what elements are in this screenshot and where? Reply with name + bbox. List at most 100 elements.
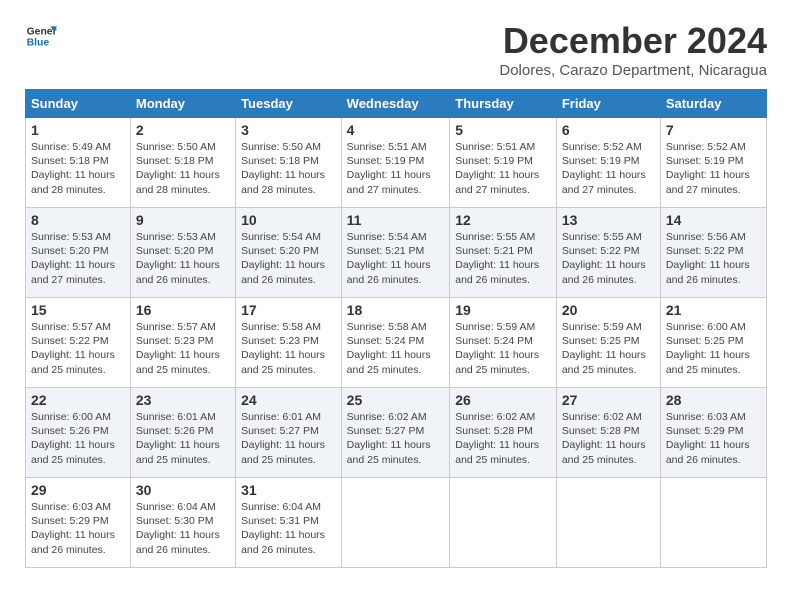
- calendar-day-cell: 18Sunrise: 5:58 AMSunset: 5:24 PMDayligh…: [341, 298, 450, 388]
- day-number: 1: [31, 122, 125, 138]
- calendar-day-cell: 28Sunrise: 6:03 AMSunset: 5:29 PMDayligh…: [660, 388, 766, 478]
- day-number: 21: [666, 302, 761, 318]
- calendar-day-cell: 7Sunrise: 5:52 AMSunset: 5:19 PMDaylight…: [660, 118, 766, 208]
- calendar-day-cell: 9Sunrise: 5:53 AMSunset: 5:20 PMDaylight…: [130, 208, 235, 298]
- calendar-day-cell: 6 Sunrise: 5:52 AMSunset: 5:19 PMDaylight…: [556, 118, 660, 208]
- day-number: 13: [562, 212, 655, 228]
- calendar-day-cell: [556, 478, 660, 568]
- day-number: 4: [347, 122, 445, 138]
- day-number: 2: [136, 122, 230, 138]
- day-number: 6: [562, 122, 655, 138]
- day-info: Sunrise: 5:53 AMSunset: 5:20 PMDaylight:…: [31, 230, 125, 287]
- header-day-saturday: Saturday: [660, 90, 766, 118]
- calendar-day-cell: [660, 478, 766, 568]
- day-info: Sunrise: 5:59 AMSunset: 5:25 PMDaylight:…: [562, 320, 655, 377]
- day-number: 18: [347, 302, 445, 318]
- day-number: 22: [31, 392, 125, 408]
- title-area: December 2024 Dolores, Carazo Department…: [499, 20, 767, 79]
- calendar-day-cell: 20 Sunrise: 5:59 AMSunset: 5:25 PMDayligh…: [556, 298, 660, 388]
- day-info: Sunrise: 5:54 AMSunset: 5:21 PMDaylight:…: [347, 230, 445, 287]
- day-info: Sunrise: 6:04 AMSunset: 5:31 PMDaylight:…: [241, 500, 336, 557]
- calendar-day-cell: 4 Sunrise: 5:51 AMSunset: 5:19 PMDaylight…: [341, 118, 450, 208]
- calendar-day-cell: 10 Sunrise: 5:54 AMSunset: 5:20 PMDayligh…: [236, 208, 342, 298]
- calendar-body: 1 Sunrise: 5:49 AMSunset: 5:18 PMDaylight…: [26, 118, 767, 568]
- day-info: Sunrise: 5:51 AMSunset: 5:19 PMDaylight:…: [347, 140, 445, 197]
- day-number: 30: [136, 482, 230, 498]
- calendar-day-cell: 15 Sunrise: 5:57 AMSunset: 5:22 PMDayligh…: [26, 298, 131, 388]
- calendar-day-cell: 8 Sunrise: 5:53 AMSunset: 5:20 PMDaylight…: [26, 208, 131, 298]
- header-day-wednesday: Wednesday: [341, 90, 450, 118]
- day-number: 10: [241, 212, 336, 228]
- day-number: 16: [136, 302, 230, 318]
- day-info: Sunrise: 5:54 AMSunset: 5:20 PMDaylight:…: [241, 230, 336, 287]
- calendar-day-cell: 11 Sunrise: 5:54 AMSunset: 5:21 PMDayligh…: [341, 208, 450, 298]
- day-info: Sunrise: 5:52 AMSunset: 5:19 PMDaylight:…: [666, 140, 761, 197]
- day-info: Sunrise: 5:57 AMSunset: 5:22 PMDaylight:…: [31, 320, 125, 377]
- day-info: Sunrise: 6:01 AMSunset: 5:27 PMDaylight:…: [241, 410, 336, 467]
- header-day-monday: Monday: [130, 90, 235, 118]
- day-info: Sunrise: 6:00 AMSunset: 5:25 PMDaylight:…: [666, 320, 761, 377]
- logo: General Blue: [25, 20, 57, 52]
- calendar-day-cell: 2Sunrise: 5:50 AMSunset: 5:18 PMDaylight…: [130, 118, 235, 208]
- day-number: 20: [562, 302, 655, 318]
- day-info: Sunrise: 6:04 AMSunset: 5:30 PMDaylight:…: [136, 500, 230, 557]
- day-number: 12: [455, 212, 551, 228]
- page-header: General Blue December 2024 Dolores, Cara…: [25, 20, 767, 79]
- day-info: Sunrise: 5:51 AMSunset: 5:19 PMDaylight:…: [455, 140, 551, 197]
- calendar-day-cell: 1 Sunrise: 5:49 AMSunset: 5:18 PMDaylight…: [26, 118, 131, 208]
- calendar-day-cell: 22Sunrise: 6:00 AMSunset: 5:26 PMDayligh…: [26, 388, 131, 478]
- day-info: Sunrise: 5:55 AMSunset: 5:21 PMDaylight:…: [455, 230, 551, 287]
- day-number: 15: [31, 302, 125, 318]
- day-number: 17: [241, 302, 336, 318]
- day-number: 3: [241, 122, 336, 138]
- day-info: Sunrise: 5:52 AMSunset: 5:19 PMDaylight:…: [562, 140, 655, 197]
- calendar-table: SundayMondayTuesdayWednesdayThursdayFrid…: [25, 89, 767, 568]
- day-info: Sunrise: 6:02 AMSunset: 5:28 PMDaylight:…: [455, 410, 551, 467]
- calendar-day-cell: 25Sunrise: 6:02 AMSunset: 5:27 PMDayligh…: [341, 388, 450, 478]
- day-number: 8: [31, 212, 125, 228]
- header-day-sunday: Sunday: [26, 90, 131, 118]
- calendar-week-row: 8 Sunrise: 5:53 AMSunset: 5:20 PMDaylight…: [26, 208, 767, 298]
- location-title: Dolores, Carazo Department, Nicaragua: [499, 62, 767, 79]
- day-number: 28: [666, 392, 761, 408]
- calendar-day-cell: 31Sunrise: 6:04 AMSunset: 5:31 PMDayligh…: [236, 478, 342, 568]
- calendar-week-row: 15 Sunrise: 5:57 AMSunset: 5:22 PMDayligh…: [26, 298, 767, 388]
- day-info: Sunrise: 5:50 AMSunset: 5:18 PMDaylight:…: [241, 140, 336, 197]
- calendar-day-cell: 23Sunrise: 6:01 AMSunset: 5:26 PMDayligh…: [130, 388, 235, 478]
- day-number: 26: [455, 392, 551, 408]
- calendar-day-cell: 12 Sunrise: 5:55 AMSunset: 5:21 PMDayligh…: [450, 208, 557, 298]
- calendar-day-cell: 17Sunrise: 5:58 AMSunset: 5:23 PMDayligh…: [236, 298, 342, 388]
- day-info: Sunrise: 5:59 AMSunset: 5:24 PMDaylight:…: [455, 320, 551, 377]
- calendar-day-cell: 13 Sunrise: 5:55 AMSunset: 5:22 PMDayligh…: [556, 208, 660, 298]
- calendar-week-row: 29 Sunrise: 6:03 AMSunset: 5:29 PMDayligh…: [26, 478, 767, 568]
- calendar-day-cell: 3 Sunrise: 5:50 AMSunset: 5:18 PMDaylight…: [236, 118, 342, 208]
- day-info: Sunrise: 5:56 AMSunset: 5:22 PMDaylight:…: [666, 230, 761, 287]
- svg-text:Blue: Blue: [27, 38, 50, 49]
- day-info: Sunrise: 6:02 AMSunset: 5:28 PMDaylight:…: [562, 410, 655, 467]
- day-number: 14: [666, 212, 761, 228]
- calendar-day-cell: 21 Sunrise: 6:00 AMSunset: 5:25 PMDayligh…: [660, 298, 766, 388]
- calendar-day-cell: 16Sunrise: 5:57 AMSunset: 5:23 PMDayligh…: [130, 298, 235, 388]
- header-day-tuesday: Tuesday: [236, 90, 342, 118]
- day-info: Sunrise: 5:49 AMSunset: 5:18 PMDaylight:…: [31, 140, 125, 197]
- calendar-day-cell: 29 Sunrise: 6:03 AMSunset: 5:29 PMDayligh…: [26, 478, 131, 568]
- day-info: Sunrise: 6:03 AMSunset: 5:29 PMDaylight:…: [31, 500, 125, 557]
- day-number: 27: [562, 392, 655, 408]
- day-number: 24: [241, 392, 336, 408]
- calendar-day-cell: 26 Sunrise: 6:02 AMSunset: 5:28 PMDayligh…: [450, 388, 557, 478]
- calendar-week-row: 22Sunrise: 6:00 AMSunset: 5:26 PMDayligh…: [26, 388, 767, 478]
- day-number: 19: [455, 302, 551, 318]
- day-info: Sunrise: 5:55 AMSunset: 5:22 PMDaylight:…: [562, 230, 655, 287]
- calendar-week-row: 1 Sunrise: 5:49 AMSunset: 5:18 PMDaylight…: [26, 118, 767, 208]
- month-title: December 2024: [499, 20, 767, 62]
- day-number: 29: [31, 482, 125, 498]
- calendar-day-cell: 27 Sunrise: 6:02 AMSunset: 5:28 PMDayligh…: [556, 388, 660, 478]
- calendar-day-cell: 19 Sunrise: 5:59 AMSunset: 5:24 PMDayligh…: [450, 298, 557, 388]
- day-number: 11: [347, 212, 445, 228]
- day-number: 9: [136, 212, 230, 228]
- header-day-friday: Friday: [556, 90, 660, 118]
- calendar-day-cell: [450, 478, 557, 568]
- calendar-header-row: SundayMondayTuesdayWednesdayThursdayFrid…: [26, 90, 767, 118]
- header-day-thursday: Thursday: [450, 90, 557, 118]
- calendar-day-cell: 14 Sunrise: 5:56 AMSunset: 5:22 PMDayligh…: [660, 208, 766, 298]
